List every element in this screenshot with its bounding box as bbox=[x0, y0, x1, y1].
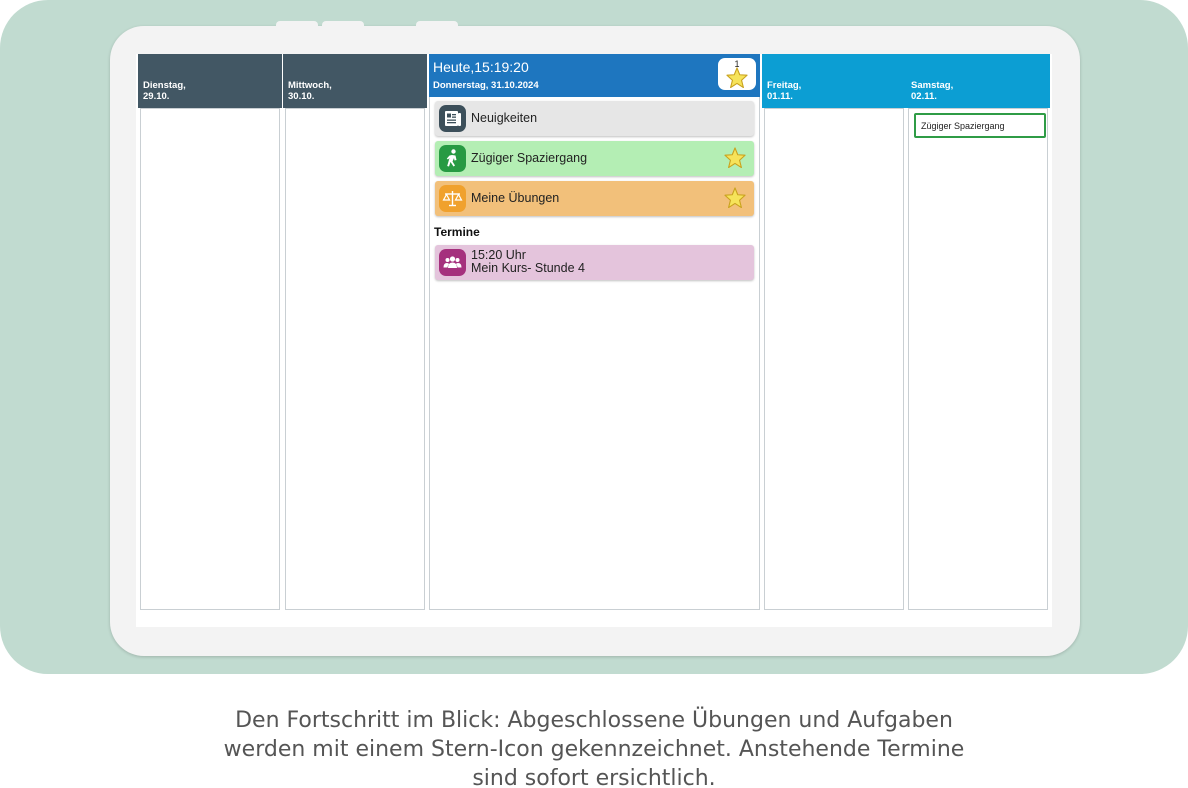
tablet-button bbox=[416, 21, 458, 29]
caption-line: Den Fortschritt im Blick: Abgeschlossene… bbox=[235, 708, 953, 733]
caption-line: werden mit einem Stern-Icon gekennzeichn… bbox=[223, 737, 965, 762]
day-body: Zügiger Spaziergang bbox=[908, 108, 1048, 610]
task-walk[interactable]: Zügiger Spaziergang bbox=[435, 141, 754, 176]
day-header: Mittwoch, 30.10. bbox=[283, 54, 427, 108]
day-column-today: Heute,15:19:20 Donnerstag, 31.10.2024 1 bbox=[429, 54, 760, 610]
appointment-title: Mein Kurs- Stunde 4 bbox=[471, 261, 585, 275]
day-column-wednesday[interactable]: Mittwoch, 30.10. bbox=[283, 54, 427, 610]
appointments-heading: Termine bbox=[434, 225, 480, 239]
day-body bbox=[764, 108, 904, 610]
today-header: Heute,15:19:20 Donnerstag, 31.10.2024 1 bbox=[429, 54, 760, 97]
day-name: Samstag, bbox=[911, 80, 954, 91]
task-label: Neuigkeiten bbox=[471, 111, 538, 125]
scale-icon bbox=[439, 185, 466, 212]
day-name: Dienstag, bbox=[143, 80, 186, 91]
task-label: Zügiger Spaziergang bbox=[471, 151, 588, 165]
day-body bbox=[140, 108, 280, 610]
day-column-tuesday[interactable]: Dienstag, 29.10. bbox=[138, 54, 282, 610]
star-icon bbox=[724, 147, 746, 168]
day-header: Samstag, 02.11. bbox=[906, 54, 1050, 108]
saturday-task[interactable]: Zügiger Spaziergang bbox=[914, 113, 1046, 138]
today-body: Neuigkeiten Zügiger Spaziergang Meine Üb… bbox=[429, 97, 760, 610]
day-column-friday[interactable]: Freitag, 01.11. bbox=[762, 54, 906, 610]
task-news[interactable]: Neuigkeiten bbox=[435, 101, 754, 136]
walking-icon bbox=[439, 145, 466, 172]
day-date: 29.10. bbox=[143, 91, 170, 102]
star-icon bbox=[724, 187, 746, 208]
newspaper-icon bbox=[439, 105, 466, 132]
day-name: Mittwoch, bbox=[288, 80, 332, 91]
day-date: 01.11. bbox=[767, 91, 793, 102]
today-date: Donnerstag, 31.10.2024 bbox=[433, 80, 539, 91]
tablet-button bbox=[276, 21, 318, 29]
caption: Den Fortschritt im Blick: Abgeschlossene… bbox=[0, 706, 1188, 788]
day-column-saturday[interactable]: Samstag, 02.11. Zügiger Spaziergang bbox=[906, 54, 1050, 610]
appointment-item[interactable]: 15:20 Uhr Mein Kurs- Stunde 4 bbox=[435, 245, 754, 280]
current-time: Heute,15:19:20 bbox=[433, 59, 529, 75]
star-counter[interactable]: 1 bbox=[718, 58, 756, 90]
star-icon bbox=[726, 67, 748, 88]
day-header: Freitag, 01.11. bbox=[762, 54, 906, 108]
tablet-button bbox=[322, 21, 364, 29]
task-label: Meine Übungen bbox=[471, 191, 560, 205]
group-icon bbox=[439, 249, 466, 276]
day-body bbox=[285, 108, 425, 610]
day-date: 02.11. bbox=[911, 91, 937, 102]
day-name: Freitag, bbox=[767, 80, 802, 91]
day-header: Dienstag, 29.10. bbox=[138, 54, 282, 108]
caption-line: sind sofort ersichtlich. bbox=[472, 766, 716, 788]
task-exercises[interactable]: Meine Übungen bbox=[435, 181, 754, 216]
day-date: 30.10. bbox=[288, 91, 315, 102]
calendar-screen: Dienstag, 29.10. Mittwoch, 30.10. Heute,… bbox=[136, 54, 1052, 627]
